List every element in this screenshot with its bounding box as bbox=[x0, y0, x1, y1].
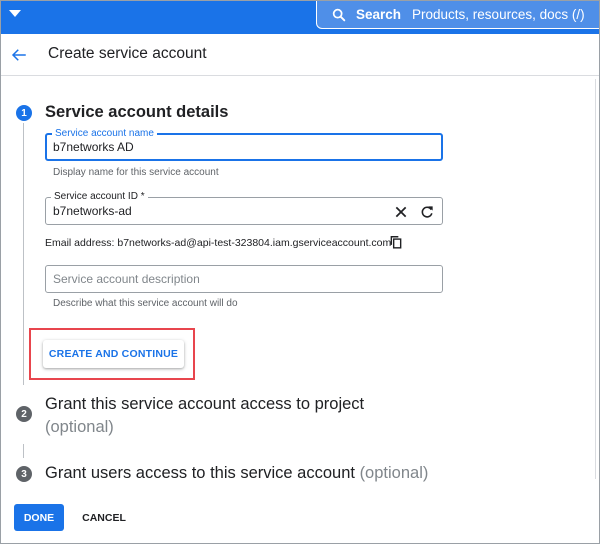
search-bar[interactable]: Search Products, resources, docs (/) bbox=[316, 1, 599, 29]
refresh-icon[interactable] bbox=[419, 204, 435, 220]
service-account-id-input[interactable] bbox=[53, 198, 383, 224]
copy-icon[interactable] bbox=[389, 235, 403, 249]
step-2-number: 2 bbox=[16, 406, 32, 422]
top-bar: Search Products, resources, docs (/) bbox=[1, 1, 599, 34]
service-account-name-input[interactable] bbox=[53, 135, 383, 159]
step-1-number: 1 bbox=[16, 105, 32, 121]
step-3-title: Grant users access to this service accou… bbox=[45, 464, 428, 483]
step-1-connector bbox=[23, 123, 24, 385]
step-1-title: Service account details bbox=[45, 103, 229, 121]
email-address-text: Email address: b7networks-ad@api-test-32… bbox=[45, 237, 392, 249]
step-3-optional: (optional) bbox=[359, 464, 429, 482]
create-and-continue-button[interactable]: CREATE AND CONTINUE bbox=[43, 340, 184, 368]
step-3-number: 3 bbox=[16, 466, 32, 482]
service-account-description-input[interactable] bbox=[53, 266, 383, 292]
page-header: Create service account bbox=[1, 34, 599, 76]
step-2-title: Grant this service account access to pro… bbox=[45, 395, 365, 413]
service-account-description-field[interactable] bbox=[45, 265, 443, 293]
service-account-id-field[interactable]: Service account ID * bbox=[45, 191, 443, 225]
step-2-connector bbox=[23, 444, 24, 458]
service-account-description-hint: Describe what this service account will … bbox=[53, 298, 238, 309]
search-label: Search bbox=[356, 7, 402, 22]
service-account-name-hint: Display name for this service account bbox=[53, 167, 219, 178]
close-icon[interactable] bbox=[393, 204, 409, 220]
step-2-optional: (optional) bbox=[45, 418, 114, 436]
app-window: Search Products, resources, docs (/) Cre… bbox=[0, 0, 600, 544]
scrollbar-track[interactable] bbox=[595, 79, 596, 479]
search-placeholder: Products, resources, docs (/) bbox=[412, 7, 585, 22]
caret-down-icon[interactable] bbox=[9, 10, 21, 17]
arrow-left-icon[interactable] bbox=[10, 46, 28, 64]
cancel-button[interactable]: CANCEL bbox=[75, 504, 133, 531]
search-icon bbox=[332, 8, 346, 21]
step-3-title-text: Grant users access to this service accou… bbox=[45, 464, 355, 482]
service-account-name-field[interactable]: Service account name bbox=[45, 128, 443, 161]
done-button[interactable]: DONE bbox=[14, 504, 64, 531]
page-title: Create service account bbox=[48, 45, 207, 62]
